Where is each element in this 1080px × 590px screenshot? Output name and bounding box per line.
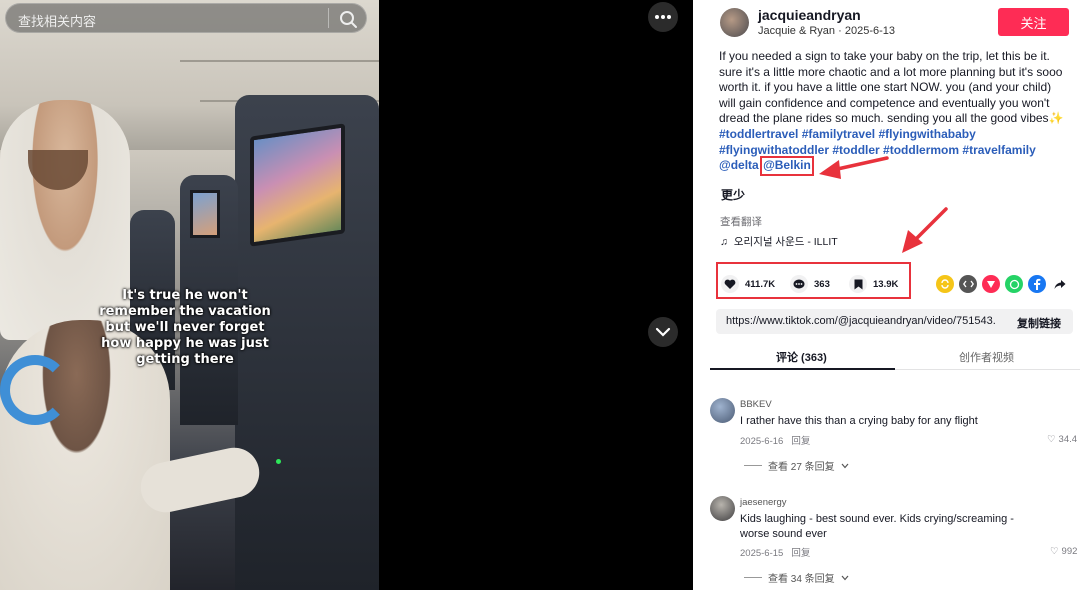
mention-belkin[interactable]: @Belkin [763,158,811,172]
tab-comments[interactable]: 评论 (363) [776,349,827,365]
comment-text: I rather have this than a crying baby fo… [740,415,978,427]
save-count: 13.9K [873,278,899,290]
search-bar[interactable]: 查找相关内容 [5,3,367,33]
tab-bar: 评论 (363) 创作者视频 [710,340,1080,370]
belkin-highlight-box: @Belkin [760,156,814,176]
bookmark-icon [849,275,867,293]
chevron-down-icon [841,575,849,580]
comment-action[interactable]: 363 [790,275,830,293]
view-replies-label: 查看 27 条回复 [768,462,835,473]
hashtag[interactable]: #travelfamily [962,143,1035,157]
detail-panel: jacquieandryan Jacquie & Ryan · 2025-6-1… [693,0,1080,590]
like-action[interactable]: 411.7K [721,275,775,293]
view-replies[interactable]: 查看 34 条回复 [744,570,849,585]
translate-link[interactable]: 查看翻译 [720,214,762,229]
music-note-icon: ♫ [720,235,728,248]
chevron-down-icon [655,327,671,337]
comment-count: 363 [814,278,830,290]
headphones [0,355,70,425]
reply-button[interactable]: 回复 [791,548,810,559]
save-action[interactable]: 13.9K [849,275,898,293]
annotation-arrow [902,207,948,253]
comment-icon [790,275,808,293]
post-date: 2025-6-13 [844,25,895,37]
search-icon[interactable] [337,8,359,30]
view-replies[interactable]: 查看 27 条回复 [744,458,849,473]
show-less-button[interactable]: 更少 [721,186,745,203]
hashtag[interactable]: #toddler [832,143,879,157]
heart-outline-icon: ♡ [1047,434,1056,445]
comment-date: 2025-6-15 [740,548,784,559]
share-link-box: https://www.tiktok.com/@jacquieandryan/v… [716,309,1073,334]
seatback-screen [190,190,220,238]
video-caption: It's true he won't remember the vacation… [99,288,271,367]
indicator-light [276,459,281,464]
share-row [936,275,1069,293]
hashtag[interactable]: #toddlertravel [719,127,798,141]
divider [744,577,762,578]
comment-like-count: 992 [1061,546,1078,557]
hashtag[interactable]: #flyingwithatoddler [719,143,829,157]
comment-like-count: 34.4 [1058,434,1078,445]
mention-delta[interactable]: @delta [719,158,759,172]
search-input[interactable]: 查找相关内容 [18,11,96,30]
subline-separator: · [838,25,845,37]
video-player[interactable]: It's true he won't remember the vacation… [0,0,379,590]
heart-outline-icon: ♡ [1050,546,1059,557]
author-subline: Jacquie & Ryan · 2025-6-13 [758,25,895,37]
tab-creator-videos[interactable]: 创作者视频 [959,349,1014,365]
avatar[interactable] [710,398,735,423]
share-arrow-icon[interactable] [1051,275,1069,293]
music-info[interactable]: ♫ 오리지널 사운드 - ILLIT [720,234,838,249]
active-tab-indicator [710,368,895,370]
repost-icon[interactable] [936,275,954,293]
music-title: 오리지널 사운드 - ILLIT [733,236,838,248]
comment-user[interactable]: BBKEV [740,399,772,410]
next-video-button[interactable] [648,317,678,347]
hashtag[interactable]: #familytravel [802,127,875,141]
avatar[interactable] [710,496,735,521]
more-dots-icon [655,15,671,19]
view-replies-label: 查看 34 条回复 [768,574,835,585]
username[interactable]: jacquieandryan [758,7,861,23]
facebook-icon[interactable] [1028,275,1046,293]
comment-meta: 2025-6-16 回复 [740,433,810,447]
comment-date: 2025-6-16 [740,436,784,447]
follow-button[interactable]: 关注 [998,8,1069,36]
copy-link-button[interactable]: 复制链接 [1017,315,1061,331]
comment-like[interactable]: ♡ 992 [1050,546,1077,557]
hashtag[interactable]: #toddlermom [883,143,959,157]
avatar[interactable] [720,8,749,37]
comment-user[interactable]: jaesenergy [740,497,786,508]
share-link[interactable]: https://www.tiktok.com/@jacquieandryan/v… [726,315,996,327]
overhead-bin-line [180,60,379,62]
comment-meta: 2025-6-15 回复 [740,545,810,559]
send-to-friends-icon[interactable] [982,275,1000,293]
display-name: Jacquie & Ryan [758,25,836,37]
search-divider [328,8,329,28]
video-description: If you needed a sign to take your baby o… [719,49,1069,176]
embed-icon[interactable] [959,275,977,293]
video-area: It's true he won't remember the vacation… [0,0,693,590]
more-options-button[interactable] [648,2,678,32]
divider [744,465,762,466]
whatsapp-icon[interactable] [1005,275,1023,293]
like-count: 411.7K [745,278,776,290]
heart-icon [721,275,739,293]
comment-text: Kids laughing - best sound ever. Kids cr… [740,513,1014,540]
hashtag[interactable]: #flyingwithababy [878,127,975,141]
seatback-screen [250,123,345,247]
chevron-down-icon [841,463,849,468]
reply-button[interactable]: 回复 [791,436,810,447]
comment-like[interactable]: ♡ 34.4 [1047,434,1077,445]
description-text: If you needed a sign to take your baby o… [719,49,1064,126]
